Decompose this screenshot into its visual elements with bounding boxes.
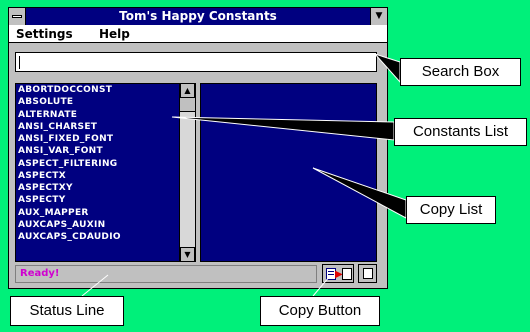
copy-button-pointer (312, 275, 331, 297)
status-line-pointer (81, 274, 109, 297)
copy-list-pointer (312, 167, 407, 219)
copy-list-callout: Copy List (406, 196, 496, 224)
callout-lines (81, 52, 407, 297)
copy-button-callout: Copy Button (260, 296, 380, 326)
constants-list-callout: Constants List (394, 118, 527, 146)
constants-list-pointer (171, 116, 395, 141)
search-box-callout: Search Box (400, 58, 521, 86)
status-line-callout: Status Line (10, 296, 124, 326)
search-box-pointer (373, 52, 401, 84)
